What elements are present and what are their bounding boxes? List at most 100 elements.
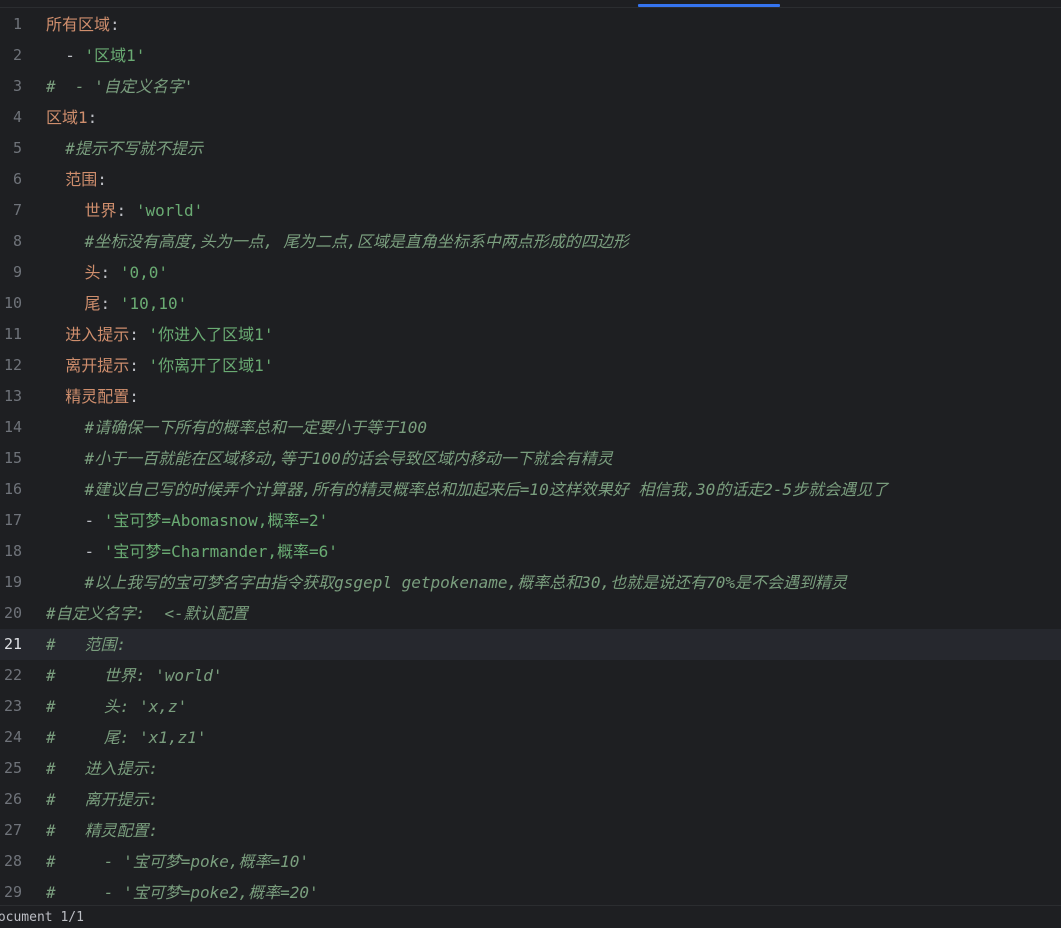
code-line[interactable]: 22 # 世界: 'world' <box>0 660 1061 691</box>
code-text: 头: '0,0' <box>46 257 1061 288</box>
code-text: 区域1: <box>46 102 1061 133</box>
code-text: #建议自己写的时候弄个计算器,所有的精灵概率总和加起来后=10这样效果好 相信我… <box>46 474 1061 505</box>
code-line[interactable]: 3 # - '自定义名字' <box>0 71 1061 102</box>
code-text: 范围: <box>46 164 1061 195</box>
line-number: 24 <box>3 728 22 746</box>
key-token: 头 <box>84 263 101 282</box>
key-token: 区域1 <box>46 108 88 127</box>
line-number: 28 <box>3 852 22 870</box>
code-line[interactable]: 11 进入提示: '你进入了区域1' <box>0 319 1061 350</box>
code-line[interactable]: 4 区域1: <box>0 102 1061 133</box>
line-number: 20 <box>3 604 22 622</box>
code-line[interactable]: 21 # 范围: <box>0 629 1061 660</box>
code-text: - '宝可梦=Charmander,概率=6' <box>46 536 1061 567</box>
code-text: # - '宝可梦=poke2,概率=20' <box>46 877 1061 905</box>
punct-token: - <box>46 46 85 65</box>
code-text: # 世界: 'world' <box>46 660 1061 691</box>
code-line[interactable]: 17 - '宝可梦=Abomasnow,概率=2' <box>0 505 1061 536</box>
code-text: 离开提示: '你离开了区域1' <box>46 350 1061 381</box>
code-line[interactable]: 1 所有区域: <box>0 9 1061 40</box>
code-editor[interactable]: 1 所有区域: 2 - '区域1' 3 # - '自定义名字' 4 区域1: 5 #提示不写就… <box>0 8 1061 905</box>
line-number: 3 <box>12 77 22 95</box>
code-text: 进入提示: '你进入了区域1' <box>46 319 1061 350</box>
code-text: #自定义名字: <-默认配置 <box>46 598 1061 629</box>
code-text: - '区域1' <box>46 40 1061 71</box>
punct-token: : <box>116 201 136 220</box>
punct-token <box>46 573 85 592</box>
comment-token: #以上我写的宝可梦名字由指令获取gsgepl getpokename,概率总和3… <box>84 573 847 592</box>
active-tab-indicator <box>638 4 780 7</box>
punct-token: : <box>129 325 149 344</box>
code-line[interactable]: 24 # 尾: 'x1,z1' <box>0 722 1061 753</box>
code-line[interactable]: 28 # - '宝可梦=poke,概率=10' <box>0 846 1061 877</box>
code-text: # 尾: 'x1,z1' <box>46 722 1061 753</box>
line-number: 15 <box>3 449 22 467</box>
key-token: 尾 <box>84 294 101 313</box>
code-line[interactable]: 16 #建议自己写的时候弄个计算器,所有的精灵概率总和加起来后=10这样效果好 … <box>0 474 1061 505</box>
code-line[interactable]: 18 - '宝可梦=Charmander,概率=6' <box>0 536 1061 567</box>
line-number: 6 <box>12 170 22 188</box>
code-line[interactable]: 13 精灵配置: <box>0 381 1061 412</box>
code-line[interactable]: 6 范围: <box>0 164 1061 195</box>
punct-token <box>46 418 85 437</box>
code-line[interactable]: 26 # 离开提示: <box>0 784 1061 815</box>
line-number: 19 <box>3 573 22 591</box>
code-line[interactable]: 14 #请确保一下所有的概率总和一定要小于等于100 <box>0 412 1061 443</box>
key-token: 范围 <box>65 170 98 189</box>
comment-token: #小于一百就能在区域移动,等于100的话会导致区域内移动一下就会有精灵 <box>84 449 613 468</box>
line-number: 9 <box>12 263 22 281</box>
punct-token: : <box>129 356 149 375</box>
code-text: # 离开提示: <box>46 784 1061 815</box>
line-number: 13 <box>3 387 22 405</box>
comment-token: # 世界: 'world' <box>46 666 223 685</box>
string-token: '0,0' <box>119 263 168 282</box>
comment-token: # - '宝可梦=poke2,概率=20' <box>46 883 319 902</box>
line-number: 22 <box>3 666 22 684</box>
punct-token <box>46 294 85 313</box>
line-number: 11 <box>3 325 22 343</box>
code-text: # 精灵配置: <box>46 815 1061 846</box>
punct-token: : <box>129 387 139 406</box>
punct-token <box>46 356 65 375</box>
code-text: #小于一百就能在区域移动,等于100的话会导致区域内移动一下就会有精灵 <box>46 443 1061 474</box>
line-number: 26 <box>3 790 22 808</box>
code-line[interactable]: 9 头: '0,0' <box>0 257 1061 288</box>
code-text: - '宝可梦=Abomasnow,概率=2' <box>46 505 1061 536</box>
key-token: 进入提示 <box>65 325 130 344</box>
line-number: 21 <box>3 635 22 653</box>
code-line[interactable]: 2 - '区域1' <box>0 40 1061 71</box>
string-token: '宝可梦=Charmander,概率=6' <box>103 542 338 561</box>
code-text: # 范围: <box>46 629 1061 660</box>
comment-token: # 离开提示: <box>46 790 159 809</box>
code-text: #请确保一下所有的概率总和一定要小于等于100 <box>46 412 1061 443</box>
code-line[interactable]: 8 #坐标没有高度,头为一点, 尾为二点,区域是直角坐标系中两点形成的四边形 <box>0 226 1061 257</box>
code-line[interactable]: 5 #提示不写就不提示 <box>0 133 1061 164</box>
line-number: 25 <box>3 759 22 777</box>
punct-token: - <box>46 542 104 561</box>
line-number: 23 <box>3 697 22 715</box>
punct-token: : <box>110 15 120 34</box>
code-line[interactable]: 19 #以上我写的宝可梦名字由指令获取gsgepl getpokename,概率… <box>0 567 1061 598</box>
code-line[interactable]: 25 # 进入提示: <box>0 753 1061 784</box>
comment-token: #请确保一下所有的概率总和一定要小于等于100 <box>84 418 428 437</box>
punct-token <box>46 263 85 282</box>
code-line[interactable]: 27 # 精灵配置: <box>0 815 1061 846</box>
line-number: 2 <box>12 46 22 64</box>
code-text: 尾: '10,10' <box>46 288 1061 319</box>
comment-token: # 精灵配置: <box>46 821 159 840</box>
line-number: 17 <box>3 511 22 529</box>
string-token: '你进入了区域1' <box>148 325 274 344</box>
punct-token <box>46 170 65 189</box>
comment-token: #自定义名字: <-默认配置 <box>46 604 248 623</box>
line-number: 8 <box>12 232 22 250</box>
code-line[interactable]: 10 尾: '10,10' <box>0 288 1061 319</box>
code-line[interactable]: 20 #自定义名字: <-默认配置 <box>0 598 1061 629</box>
punct-token: : <box>97 170 107 189</box>
punct-token: : <box>100 294 120 313</box>
code-line[interactable]: 12 离开提示: '你离开了区域1' <box>0 350 1061 381</box>
code-line[interactable]: 23 # 头: 'x,z' <box>0 691 1061 722</box>
code-line[interactable]: 29 # - '宝可梦=poke2,概率=20' <box>0 877 1061 905</box>
code-line[interactable]: 7 世界: 'world' <box>0 195 1061 226</box>
comment-token: #坐标没有高度,头为一点, 尾为二点,区域是直角坐标系中两点形成的四边形 <box>84 232 629 251</box>
code-line[interactable]: 15 #小于一百就能在区域移动,等于100的话会导致区域内移动一下就会有精灵 <box>0 443 1061 474</box>
